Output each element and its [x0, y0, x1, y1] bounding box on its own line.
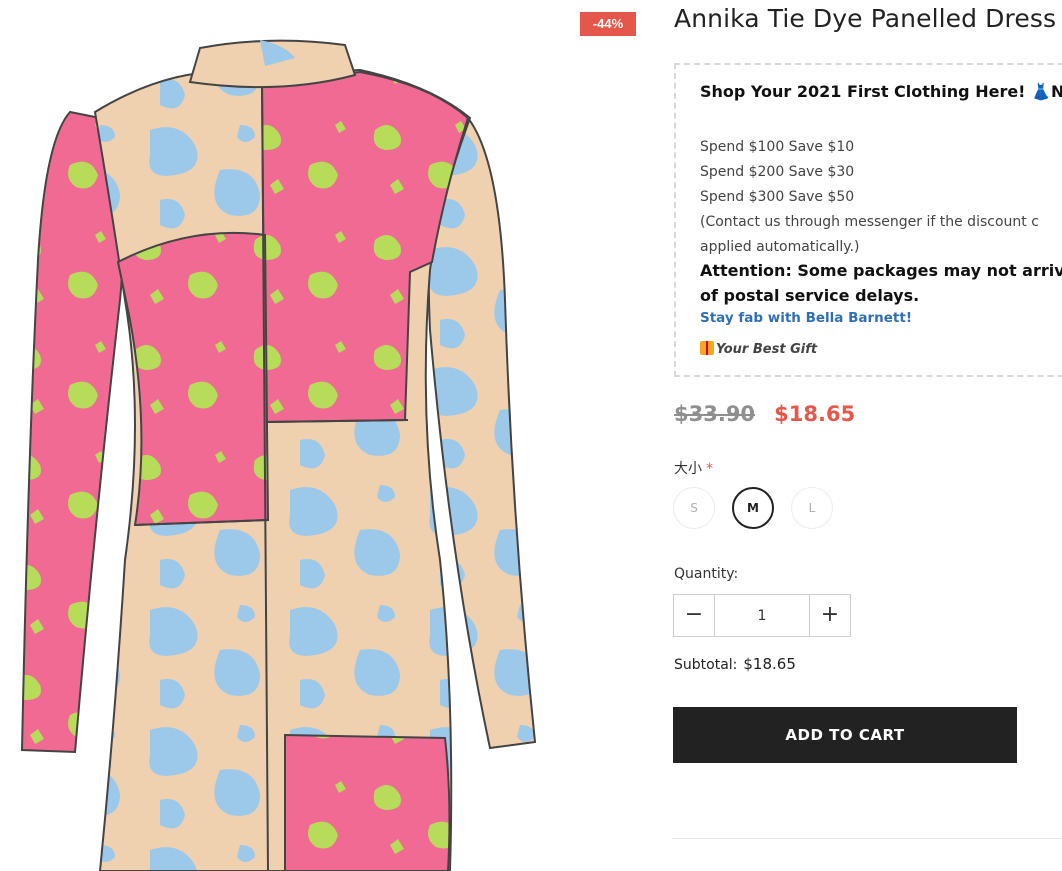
dress-illustration	[20, 39, 537, 871]
subtotal-value: $18.65	[743, 655, 796, 673]
original-price: $33.90	[674, 402, 756, 426]
promo-line: (Contact us through messenger if the dis…	[700, 214, 1039, 230]
promo-line: applied automatically.)	[700, 239, 860, 255]
size-label: 大小 *	[674, 458, 713, 478]
promo-line: Spend $300 Save $50	[700, 189, 855, 205]
attention-line: Attention: Some packages may not arrive	[700, 261, 1062, 280]
subtotal-label: Subtotal:	[674, 657, 738, 673]
subtotal: Subtotal: $18.65	[674, 655, 796, 673]
gift-link[interactable]: Your Best Gift	[700, 341, 817, 357]
bella-barnett-link[interactable]: Stay fab with Bella Barnett!	[700, 310, 912, 326]
gift-icon	[700, 341, 714, 355]
size-option-m[interactable]: M	[732, 487, 774, 529]
promo-line: Spend $200 Save $30	[700, 164, 855, 180]
add-to-cart-button[interactable]: ADD TO CART	[673, 707, 1017, 763]
quantity-input[interactable]	[715, 595, 809, 636]
promo-attention: Attention: Some packages may not arrive …	[700, 258, 1062, 308]
attention-line: of postal service delays.	[700, 286, 920, 305]
product-info: Annika Tie Dye Panelled Dress Shop Your …	[673, 0, 1062, 871]
discount-badge: -44%	[580, 12, 636, 36]
size-option-s[interactable]: S	[673, 487, 715, 529]
divider	[673, 838, 1062, 839]
required-marker: *	[706, 461, 713, 477]
promo-lines: Spend $100 Save $10 Spend $200 Save $30 …	[700, 135, 1039, 260]
size-label-text: 大小	[674, 461, 702, 477]
gift-text: Your Best Gift	[716, 342, 818, 357]
quantity-increase-button[interactable]: +	[809, 595, 850, 636]
promo-headline: Shop Your 2021 First Clothing Here! 👗New	[700, 82, 1062, 101]
size-option-l[interactable]: L	[791, 487, 833, 529]
product-image[interactable]	[0, 0, 600, 871]
quantity-stepper: − +	[673, 594, 851, 637]
sale-price: $18.65	[774, 402, 856, 426]
quantity-decrease-button[interactable]: −	[674, 595, 715, 636]
product-title: Annika Tie Dye Panelled Dress	[674, 4, 1057, 33]
promo-line: Spend $100 Save $10	[700, 139, 855, 155]
promo-box: Shop Your 2021 First Clothing Here! 👗New…	[674, 63, 1062, 377]
product-page: -44% Annika Tie Dye Panelled Dress Shop …	[0, 0, 1062, 871]
price-block: $33.90 $18.65	[674, 402, 855, 426]
quantity-label: Quantity:	[674, 566, 739, 582]
